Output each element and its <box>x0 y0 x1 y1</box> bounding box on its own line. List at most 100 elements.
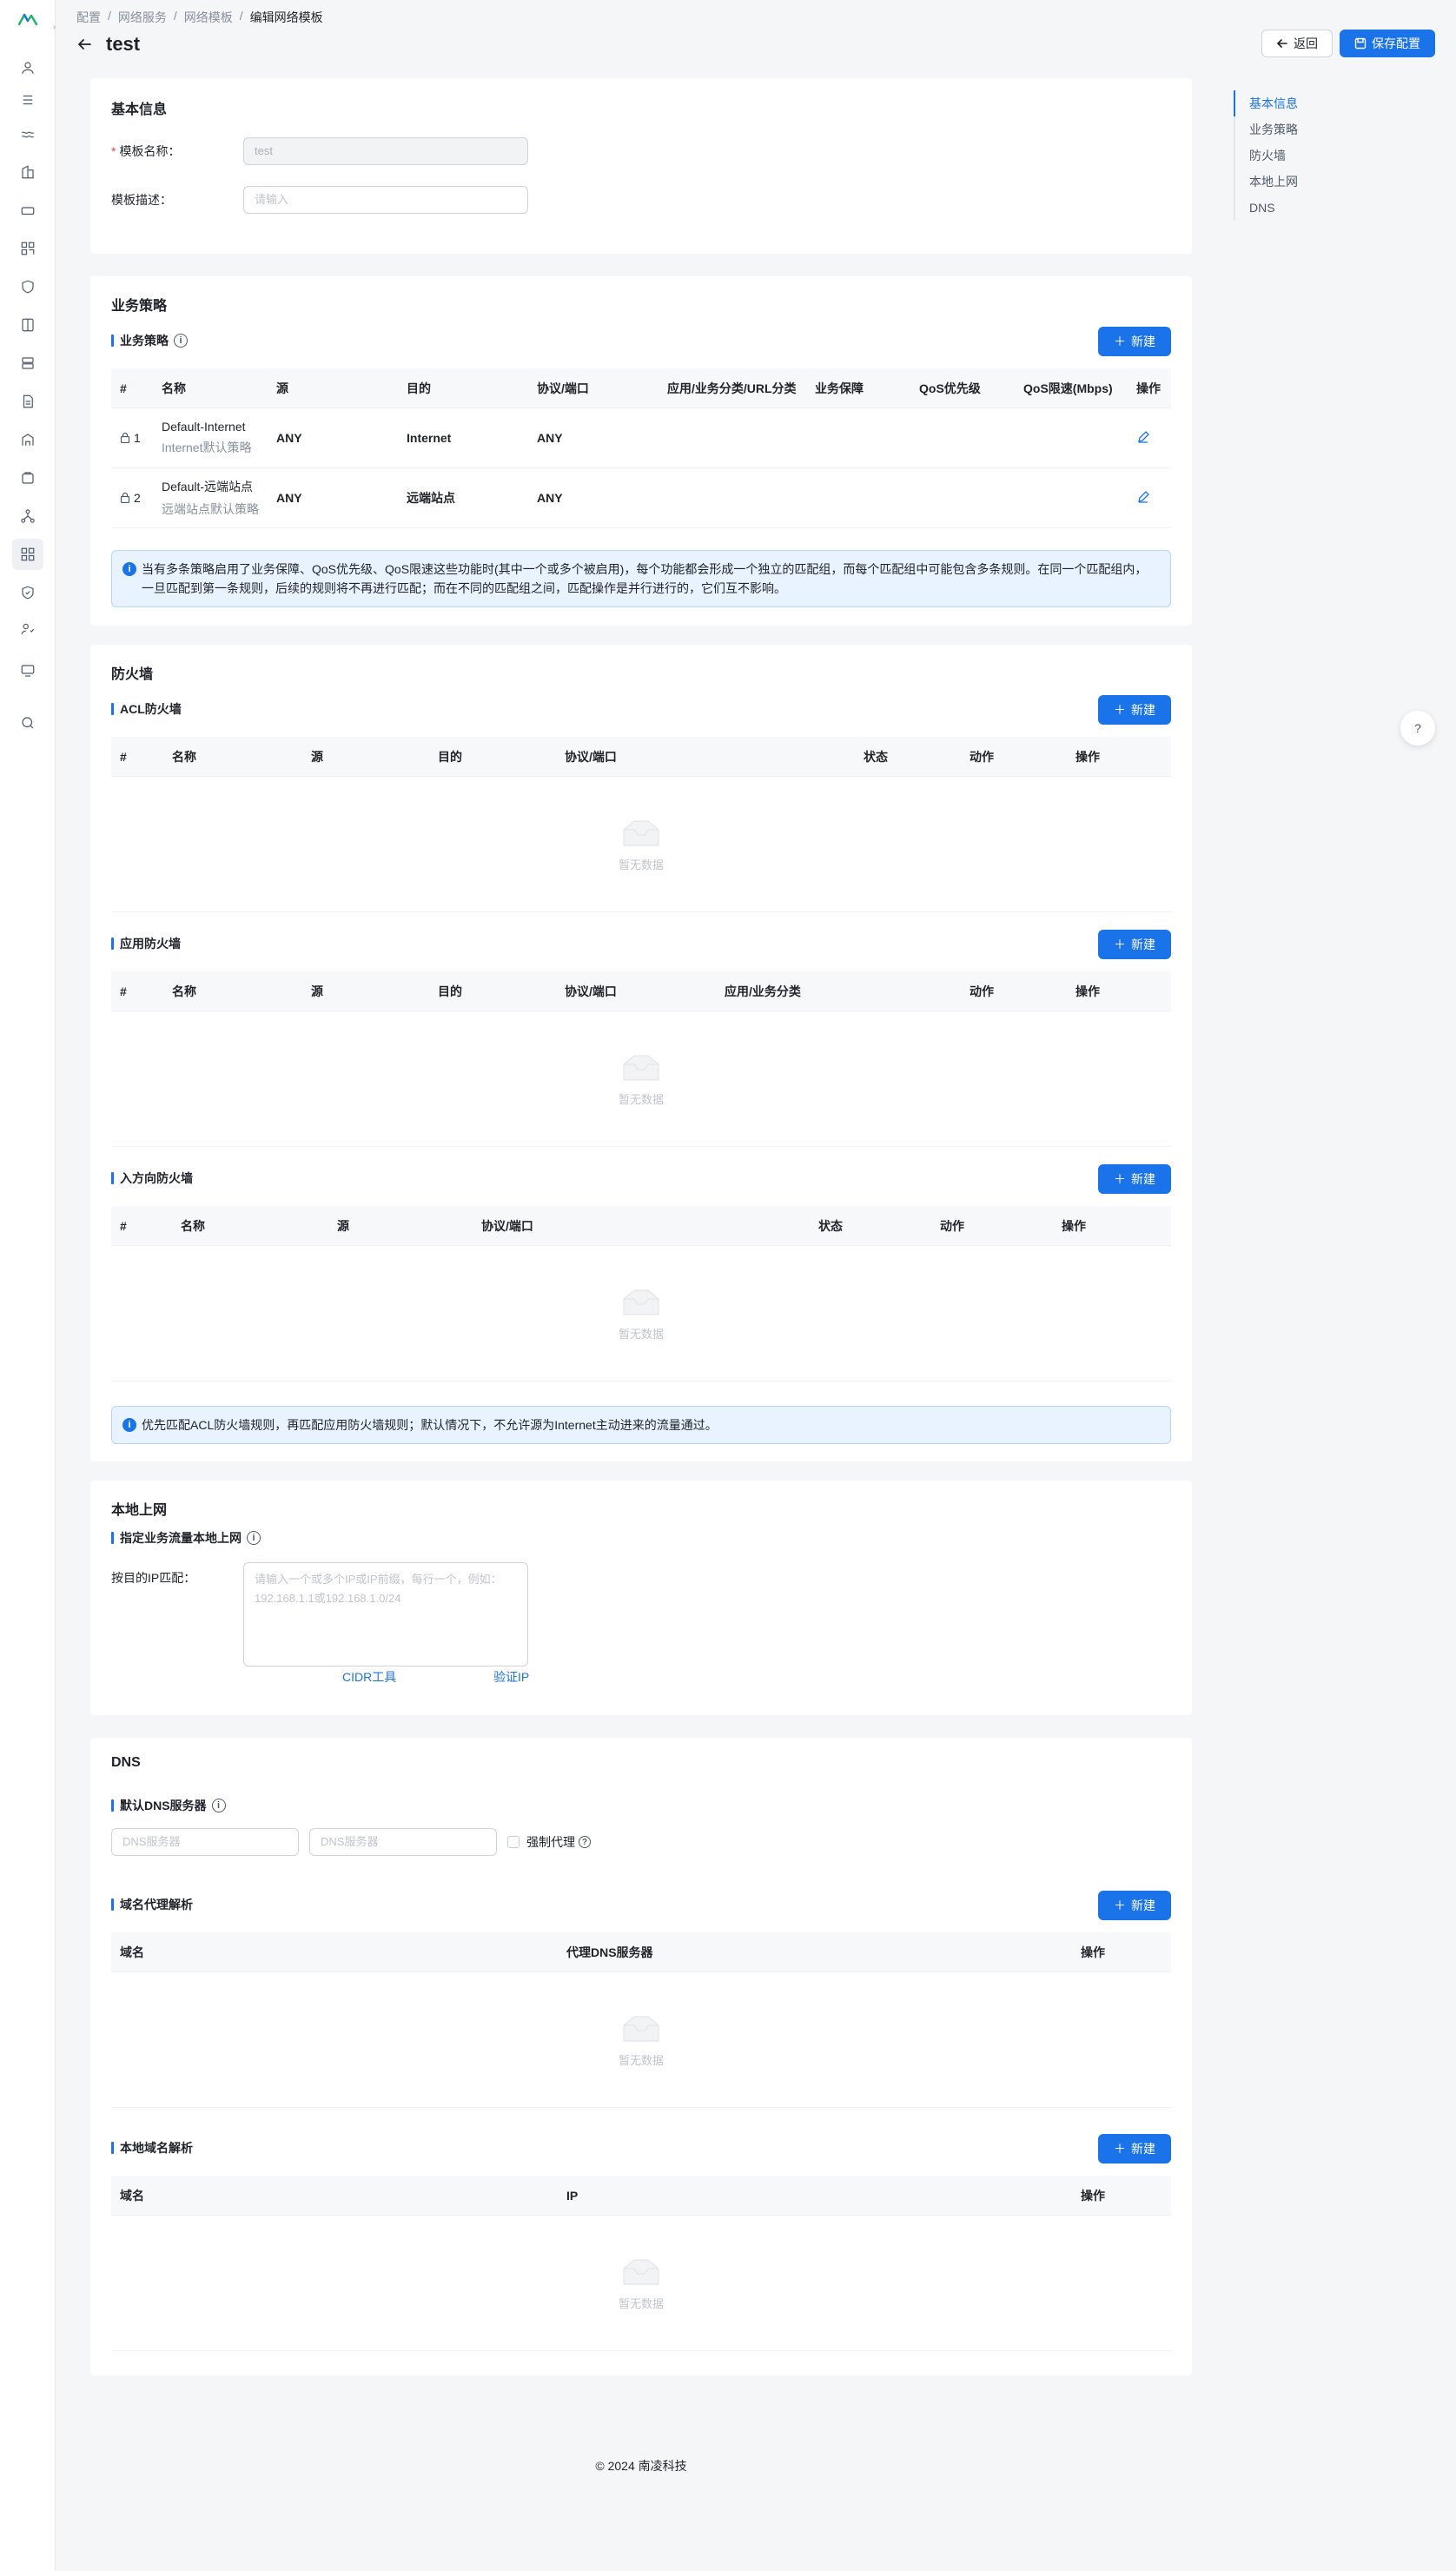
new-app-label: 新建 <box>1131 938 1155 951</box>
info-filled-icon: i <box>122 1418 136 1432</box>
empty-state: 暂无数据 <box>111 1246 1171 1382</box>
breadcrumb-item[interactable]: 网络服务 <box>118 9 167 26</box>
breadcrumb: 配置 / 网络服务 / 网络模板 / 编辑网络模板 <box>76 9 323 26</box>
business-policy-subtitle-text: 业务策略 <box>120 334 169 348</box>
new-domain-proxy-button[interactable]: ＋ 新建 <box>1098 1891 1171 1920</box>
empty-box-icon <box>623 2016 659 2042</box>
return-button[interactable]: 返回 <box>1261 30 1333 57</box>
col-protocol: 协议/端口 <box>537 381 589 395</box>
col-destination: 目的 <box>438 749 462 764</box>
force-proxy-checkbox[interactable] <box>507 1836 520 1848</box>
brand-logo-icon[interactable] <box>17 10 38 28</box>
save-config-button[interactable]: 保存配置 <box>1340 30 1435 57</box>
new-inbound-label: 新建 <box>1131 1172 1155 1186</box>
sidebar-monitor-icon[interactable] <box>17 660 38 681</box>
dns-server-2-input[interactable]: DNS服务器 <box>309 1828 497 1856</box>
edit-icon[interactable] <box>1136 490 1150 504</box>
anchor-business-policy[interactable]: 业务策略 <box>1235 116 1298 142</box>
firewall-title: 防火墙 <box>111 667 154 682</box>
sidebar-user-icon[interactable] <box>17 57 38 78</box>
template-name-label: * 模板名称： <box>111 144 181 158</box>
new-acl-button[interactable]: ＋ 新建 <box>1098 695 1171 725</box>
col-name: 名称 <box>181 1218 205 1233</box>
anchor-dns[interactable]: DNS <box>1235 195 1298 221</box>
dest-ip-label: 按目的IP匹配： <box>111 1571 196 1585</box>
breadcrumb-item[interactable]: 配置 <box>76 9 101 26</box>
template-desc-input[interactable]: 请输入 <box>243 186 528 214</box>
col-actions: 操作 <box>1136 381 1161 395</box>
sidebar-book-icon[interactable] <box>17 315 38 335</box>
force-proxy-label: 强制代理 ? <box>526 1833 591 1851</box>
sidebar-collapse-icon[interactable]: › <box>53 23 62 32</box>
help-icon[interactable]: ? <box>579 1836 591 1848</box>
new-acl-label: 新建 <box>1131 703 1155 717</box>
new-policy-button[interactable]: ＋ 新建 <box>1098 327 1171 356</box>
empty-text: 暂无数据 <box>618 2297 664 2310</box>
verify-ip-link[interactable]: 验证IP <box>493 1668 529 1686</box>
template-name-input[interactable]: test <box>243 137 528 165</box>
firewall-info-alert: i 优先匹配ACL防火墙规则，再匹配应用防火墙规则；默认情况下，不允许源为Int… <box>111 1406 1171 1444</box>
edit-icon[interactable] <box>1136 430 1150 444</box>
app-firewall-table: # 名称 源 目的 协议/端口 应用/业务分类 动作 操作 暂无数据 <box>111 971 1171 1147</box>
sidebar-shield-icon[interactable] <box>17 276 38 297</box>
empty-state: 暂无数据 <box>111 777 1171 912</box>
col-domain: 域名 <box>120 2188 144 2203</box>
sidebar-topology-icon[interactable] <box>17 506 38 527</box>
sidebar-building-icon[interactable] <box>17 162 38 182</box>
table-header: 域名 IP 操作 <box>111 2176 1171 2216</box>
sidebar-grid-icon[interactable] <box>17 238 38 259</box>
help-icon[interactable]: ? <box>1400 711 1435 745</box>
sidebar-user-settings-icon[interactable] <box>17 619 38 639</box>
new-inbound-button[interactable]: ＋ 新建 <box>1098 1164 1171 1194</box>
sidebar-security-icon[interactable] <box>17 582 38 603</box>
info-icon[interactable]: i <box>247 1531 261 1545</box>
col-source: 源 <box>337 1218 349 1233</box>
back-arrow-icon[interactable] <box>76 36 92 52</box>
row-actions <box>1128 430 1171 447</box>
new-local-dns-button[interactable]: ＋ 新建 <box>1098 2134 1171 2163</box>
plus-icon: ＋ <box>1114 1172 1126 1186</box>
plus-icon: ＋ <box>1114 335 1126 348</box>
row-index: 2 <box>111 491 153 505</box>
info-icon[interactable]: i <box>211 1799 226 1812</box>
info-icon[interactable]: i <box>174 334 188 348</box>
sidebar-network-template-icon[interactable] <box>12 539 43 570</box>
sidebar-device-icon[interactable] <box>17 200 38 221</box>
col-status: 状态 <box>818 1218 843 1233</box>
sidebar-search-icon[interactable] <box>17 712 38 733</box>
row-index: 1 <box>111 431 153 445</box>
anchor-local-internet[interactable]: 本地上网 <box>1235 169 1298 195</box>
col-name: 名称 <box>172 984 196 998</box>
cidr-tool-link[interactable]: CIDR工具 <box>342 1668 396 1686</box>
row-name: Default-Internet Internet默认策略 <box>162 420 252 454</box>
col-name: 名称 <box>172 749 196 764</box>
anchor-firewall[interactable]: 防火墙 <box>1235 142 1298 169</box>
row-source: ANY <box>276 491 302 505</box>
col-actions: 操作 <box>1075 984 1100 998</box>
sidebar-site-icon[interactable] <box>17 429 38 450</box>
col-actions: 操作 <box>1062 1218 1086 1233</box>
empty-text: 暂无数据 <box>618 1328 664 1341</box>
col-protocol: 协议/端口 <box>565 749 617 764</box>
sidebar-box-icon[interactable] <box>17 467 38 488</box>
sidebar-report-icon[interactable] <box>17 391 38 412</box>
table-header: # 名称 源 目的 协议/端口 应用/业务分类/URL分类 业务保障 QoS优先… <box>111 368 1171 408</box>
info-filled-icon: i <box>122 562 136 576</box>
col-name: 名称 <box>162 381 186 395</box>
sidebar-list-icon[interactable] <box>17 89 38 110</box>
local-dns-subtitle: 本地域名解析 <box>111 2139 193 2157</box>
sidebar-server-icon[interactable] <box>17 353 38 374</box>
new-app-firewall-button[interactable]: ＋ 新建 <box>1098 930 1171 959</box>
policy-table: # 名称 源 目的 协议/端口 应用/业务分类/URL分类 业务保障 QoS优先… <box>111 368 1171 528</box>
breadcrumb-item[interactable]: 网络模板 <box>184 9 233 26</box>
row-destination: 远端站点 <box>407 491 455 505</box>
dns-server-1-input[interactable]: DNS服务器 <box>111 1828 299 1856</box>
col-source: 源 <box>311 749 323 764</box>
empty-state: 暂无数据 <box>111 1972 1171 2108</box>
basic-info-title: 基本信息 <box>111 103 168 117</box>
anchor-basic-info[interactable]: 基本信息 <box>1234 90 1298 116</box>
table-header: # 名称 源 目的 协议/端口 应用/业务分类 动作 操作 <box>111 971 1171 1011</box>
save-icon <box>1354 37 1367 50</box>
dest-ip-textarea[interactable]: 请输入一个或多个IP或IP前缀，每行一个，例如：192.168.1.1或192.… <box>243 1562 528 1667</box>
sidebar-traffic-icon[interactable] <box>17 124 38 145</box>
